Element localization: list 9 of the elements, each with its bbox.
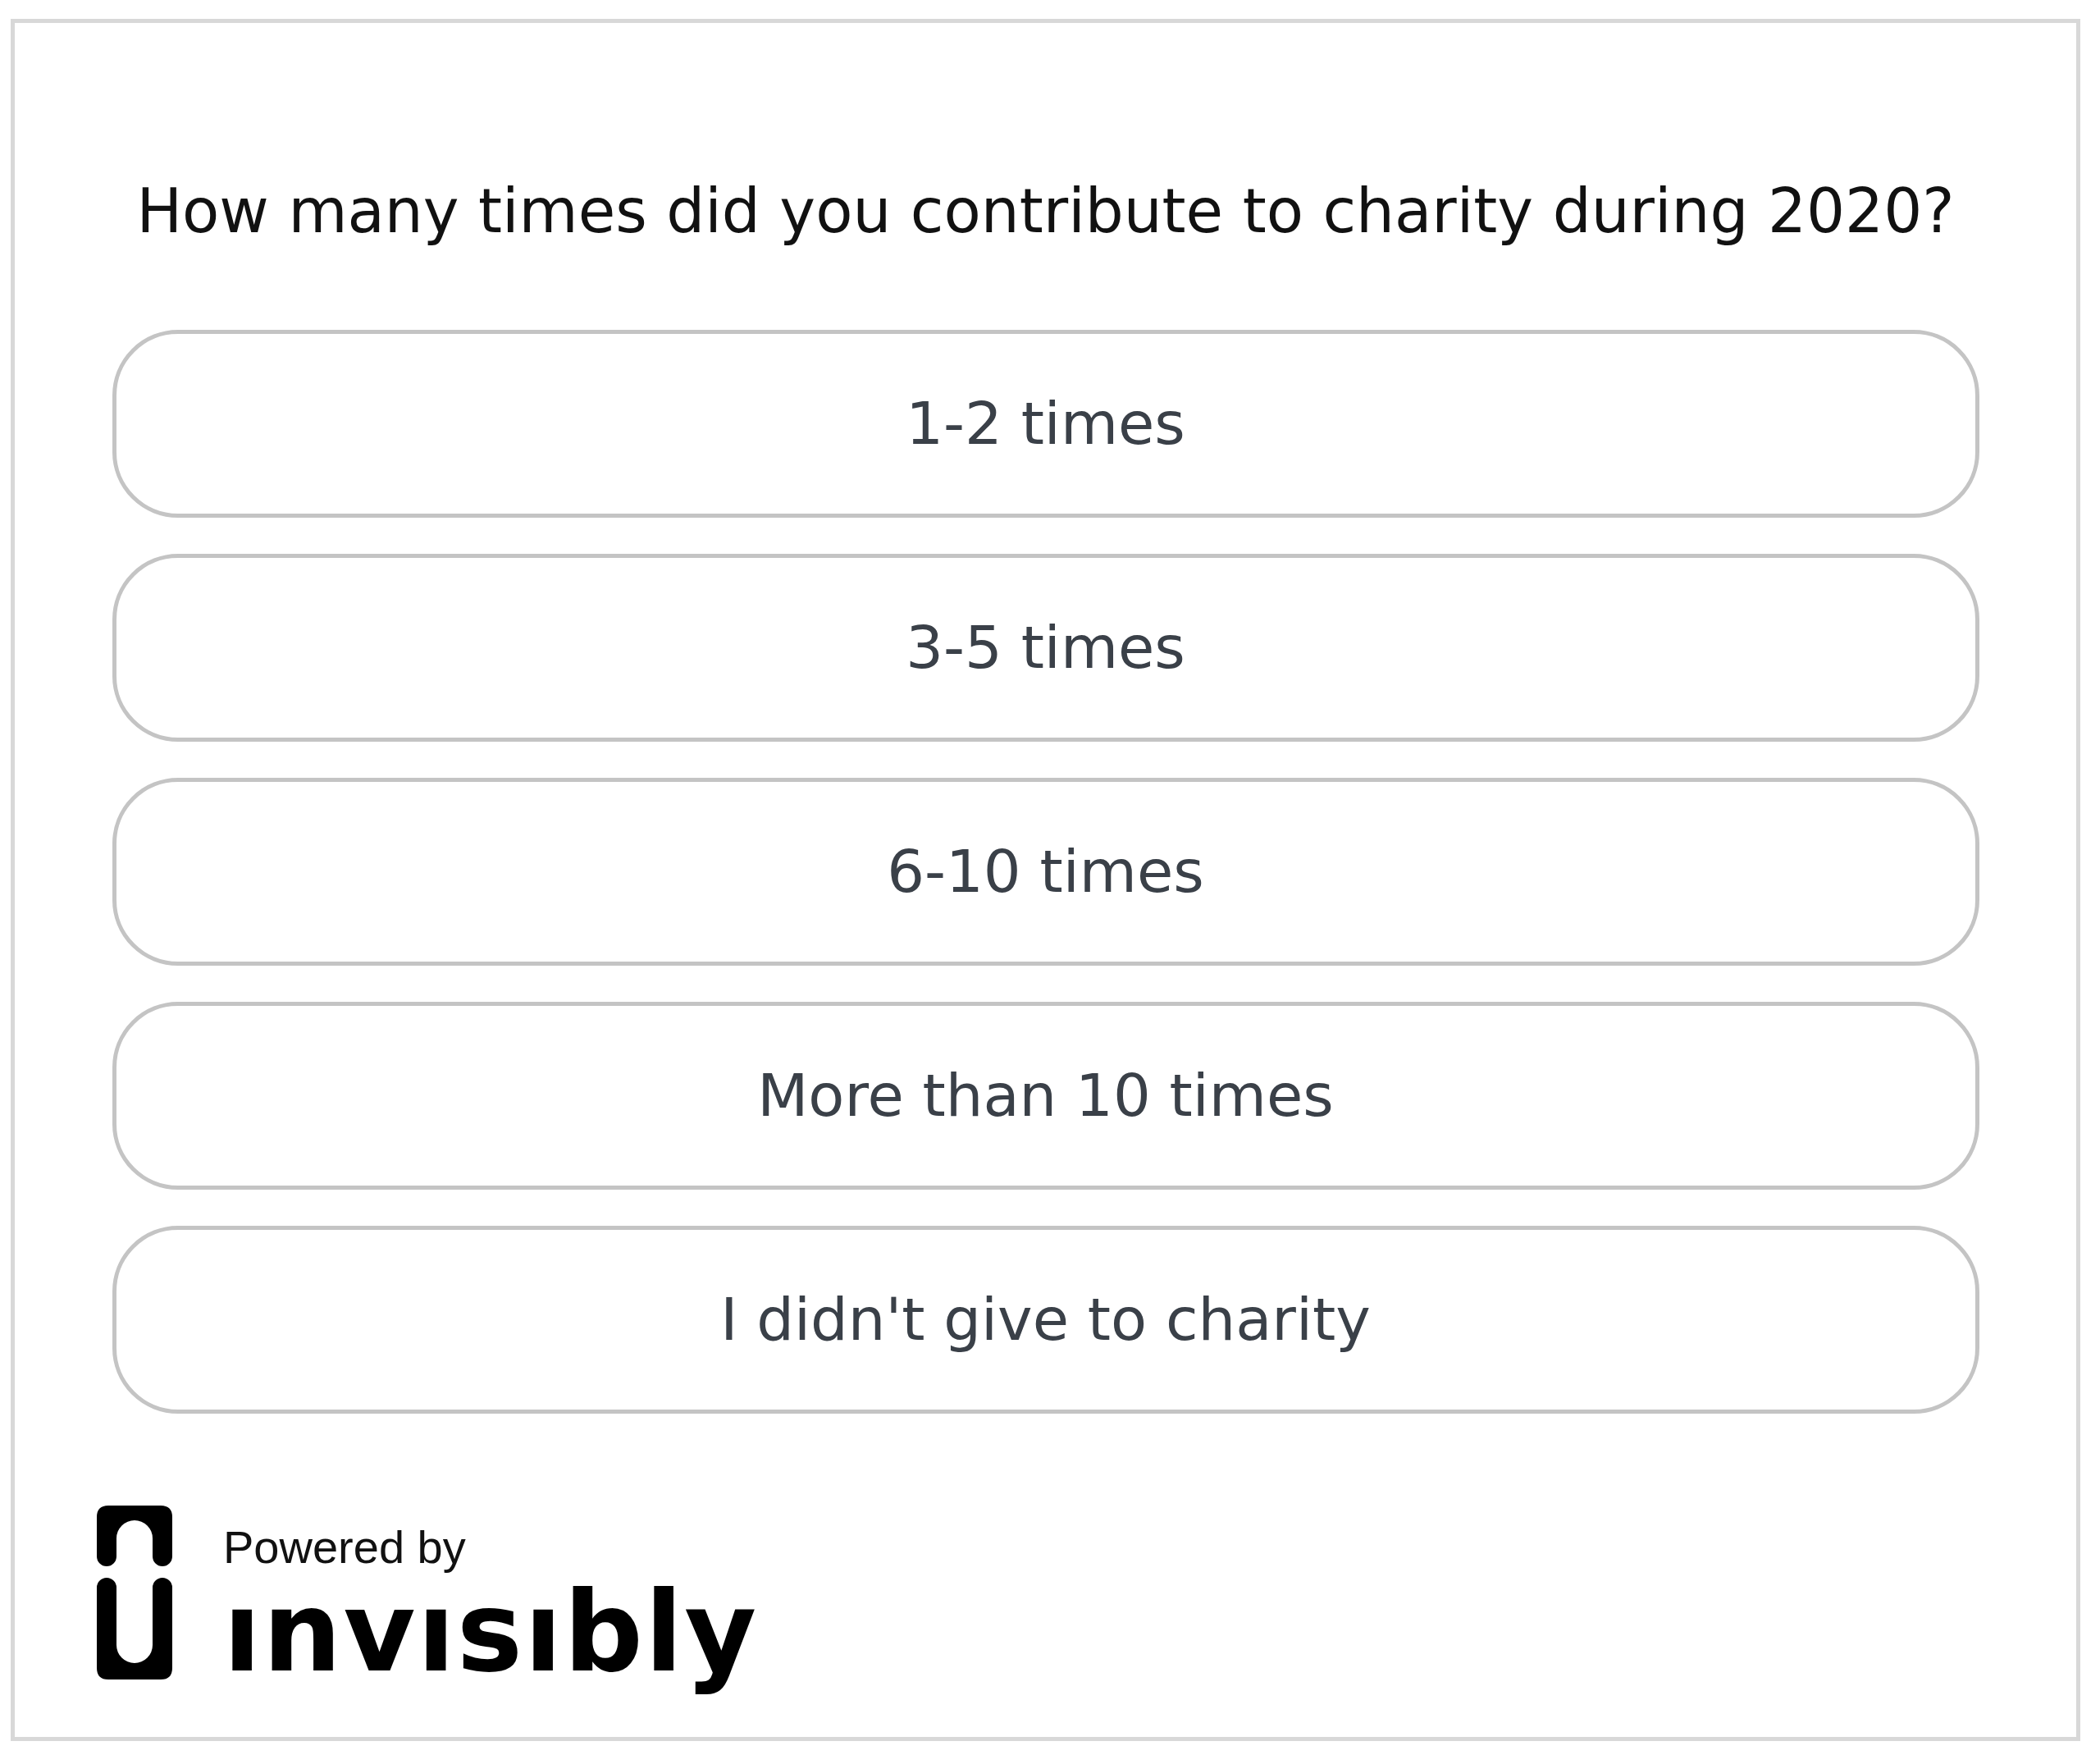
powered-by-text: Powered by: [223, 1521, 467, 1573]
answer-option[interactable]: 3-5 times: [112, 553, 1979, 742]
logo-icon: [97, 1505, 172, 1679]
answer-option[interactable]: 1-2 times: [112, 329, 1979, 518]
answer-option[interactable]: 6-10 times: [112, 777, 1979, 966]
answer-option[interactable]: I didn't give to charity: [112, 1225, 1979, 1414]
answer-option[interactable]: More than 10 times: [112, 1001, 1979, 1190]
question-text: How many times did you contribute to charity during 2020?: [136, 175, 1955, 248]
brand-name: ınvısıbly: [223, 1572, 759, 1694]
